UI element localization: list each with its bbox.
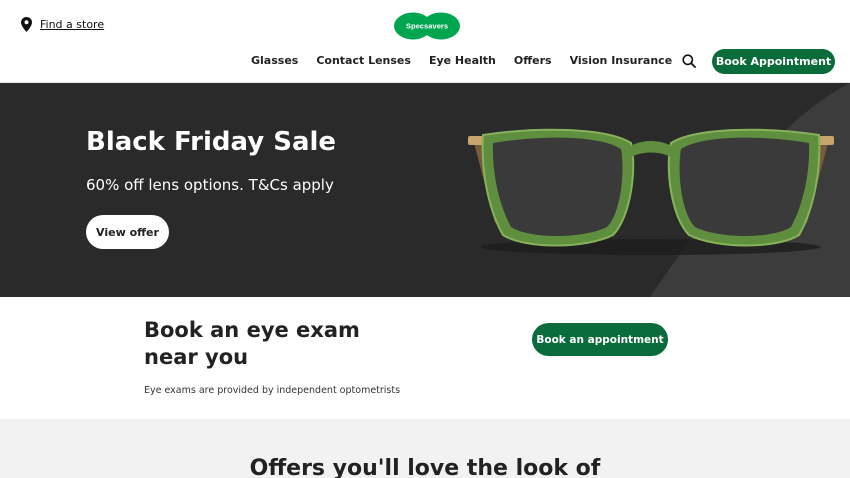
nav-eye-health[interactable]: Eye Health <box>429 54 496 67</box>
view-offer-button[interactable]: View offer <box>86 215 169 249</box>
find-a-store-label: Find a store <box>40 18 105 31</box>
book-appointment-button[interactable]: Book Appointment <box>712 49 835 74</box>
find-a-store-link[interactable]: Find a store <box>21 17 104 32</box>
offers-section: Offers you'll love the look of <box>0 419 850 478</box>
logo-mark: Specsavers <box>394 12 460 40</box>
book-an-appointment-button[interactable]: Book an appointment <box>532 323 668 356</box>
search-button[interactable] <box>682 54 696 68</box>
book-exam-note: Eye exams are provided by independent op… <box>144 385 401 396</box>
offers-heading: Offers you'll love the look of <box>249 456 601 478</box>
main-nav: Glasses Contact Lenses Eye Health Offers… <box>251 54 672 67</box>
hero-subtitle: 60% off lens options. T&Cs apply <box>86 176 334 194</box>
specsavers-logo[interactable]: Specsavers <box>394 12 460 40</box>
green-glasses-image <box>468 128 834 255</box>
site-header: Find a store Specsavers Glasses Contact … <box>0 0 850 83</box>
nav-offers[interactable]: Offers <box>514 54 552 67</box>
location-pin-icon <box>21 17 32 32</box>
hero-title: Black Friday Sale <box>86 127 337 157</box>
hero-banner: Black Friday Sale 60% off lens options. … <box>0 83 850 297</box>
search-icon <box>682 54 696 68</box>
nav-vision-insurance[interactable]: Vision Insurance <box>570 54 673 67</box>
logo-text: Specsavers <box>406 22 448 31</box>
book-exam-section: Book an eye exam near you Eye exams are … <box>0 297 850 419</box>
nav-glasses[interactable]: Glasses <box>251 54 298 67</box>
nav-contact-lenses[interactable]: Contact Lenses <box>316 54 411 67</box>
book-exam-heading: Book an eye exam near you <box>144 318 360 369</box>
